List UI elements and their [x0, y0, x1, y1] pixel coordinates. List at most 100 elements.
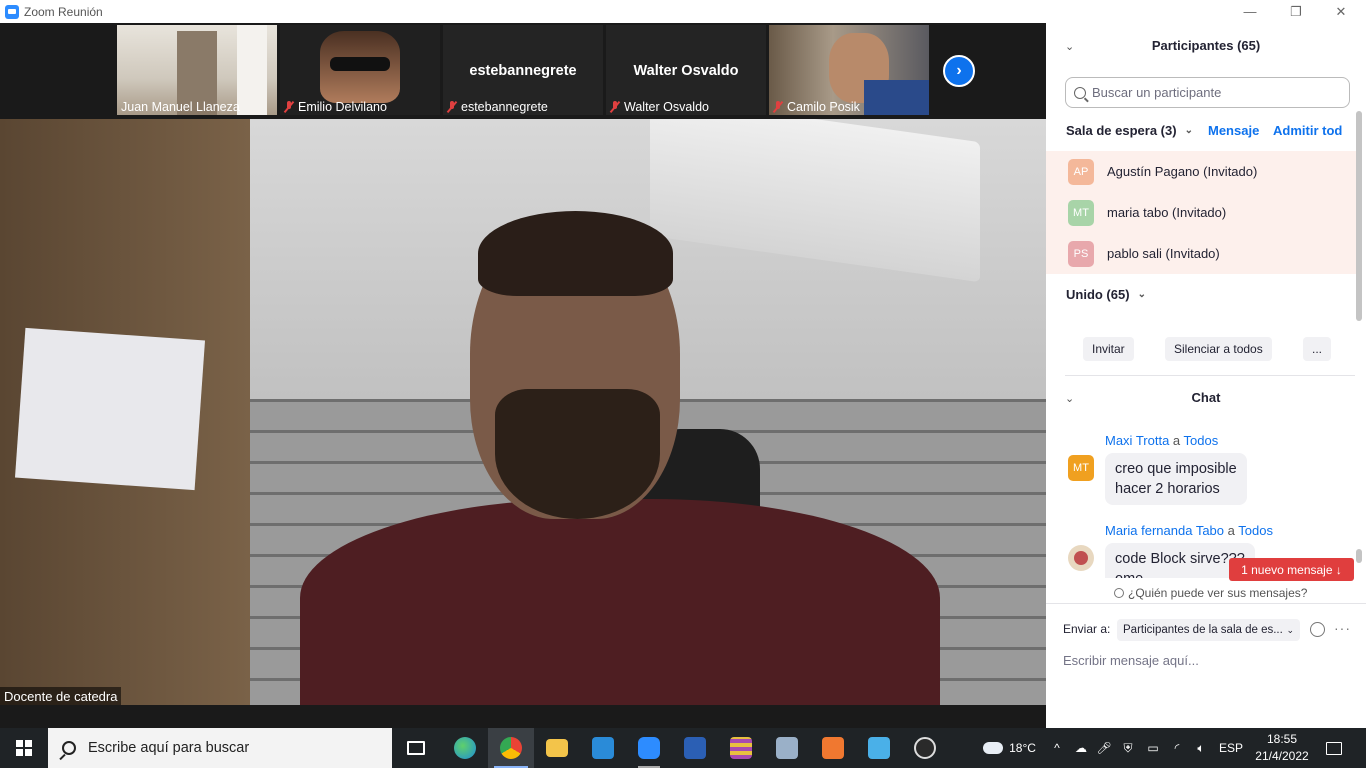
image-viewer-icon	[776, 737, 798, 759]
control-panel-app[interactable]	[856, 728, 902, 768]
list-item[interactable]: PS pablo sali (Invitado)	[1046, 233, 1356, 274]
waiting-participant-name: pablo sali (Invitado)	[1107, 246, 1220, 261]
avatar: MT	[1068, 455, 1094, 481]
wifi-icon[interactable]: ◜	[1166, 728, 1188, 768]
participant-name: Juan Manuel Llaneza	[121, 100, 240, 114]
new-message-button[interactable]: 1 nuevo mensaje ↓	[1229, 558, 1354, 581]
task-view-button[interactable]	[393, 728, 439, 768]
invite-button[interactable]: Invitar	[1083, 337, 1134, 361]
sender-name[interactable]: Maxi Trotta	[1105, 433, 1169, 448]
microphone-icon[interactable]: 🎤︎	[1094, 728, 1114, 768]
participant-name: Walter Osvaldo	[624, 100, 709, 114]
recipient-select[interactable]: Participantes de la sala de es... ⌄	[1117, 619, 1300, 641]
mic-muted-icon	[610, 101, 620, 113]
list-item[interactable]: MT maria tabo (Invitado)	[1046, 192, 1356, 233]
recipient-name[interactable]: Todos	[1184, 433, 1219, 448]
avatar: AP	[1068, 158, 1094, 185]
show-hidden-icons-button[interactable]: ^	[1048, 728, 1066, 768]
list-item[interactable]: AP Agustín Pagano (Invitado)	[1046, 151, 1356, 192]
chat-scrollbar[interactable]	[1356, 423, 1362, 563]
video-tile[interactable]: Walter Osvaldo Walter Osvaldo	[606, 25, 766, 115]
word-app[interactable]	[672, 728, 718, 768]
waiting-room-list: AP Agustín Pagano (Invitado) MT maria ta…	[1046, 151, 1356, 274]
waiting-participant-name: Agustín Pagano (Invitado)	[1107, 164, 1258, 179]
waiting-room-label: Sala de espera (3)	[1066, 123, 1177, 138]
avatar: PS	[1068, 240, 1094, 267]
zoom-app[interactable]	[626, 728, 672, 768]
winrar-app[interactable]	[718, 728, 764, 768]
person-icon	[1114, 588, 1124, 598]
video-area: Juan Manuel Llaneza Emilio Delvilano est…	[0, 23, 1046, 728]
video-tile[interactable]: estebannegrete estebannegrete	[443, 25, 603, 115]
edge-icon	[454, 737, 476, 759]
chevron-down-icon: ⌄	[1286, 624, 1294, 635]
video-tile[interactable]: Juan Manuel Llaneza	[117, 25, 277, 115]
edge-app[interactable]	[442, 728, 488, 768]
participant-display-name: Walter Osvaldo	[633, 63, 739, 79]
onedrive-icon[interactable]: ☁	[1070, 728, 1092, 768]
taskbar-search[interactable]: Escribe aquí para buscar	[48, 728, 392, 768]
active-speaker-video[interactable]	[0, 119, 1046, 705]
battery-icon[interactable]: ▭	[1142, 728, 1164, 768]
chat-title: Chat	[1191, 390, 1221, 405]
folder-icon	[546, 739, 568, 757]
restore-button[interactable]: ❐	[1273, 0, 1319, 23]
security-icon[interactable]: ⛨	[1118, 728, 1138, 768]
participants-title: Participantes (65)	[1151, 38, 1261, 53]
message-header: Maria fernanda Tabo a Todos	[1105, 523, 1273, 538]
joined-toggle[interactable]: Unido (65) ⌄	[1066, 287, 1146, 302]
who-can-see-link[interactable]: ¿Quién puede ver sus mensajes?	[1114, 586, 1307, 600]
participant-name: estebannegrete	[461, 100, 548, 114]
volume-icon[interactable]: 🔈︎	[1190, 728, 1212, 768]
video-strip: Juan Manuel Llaneza Emilio Delvilano est…	[0, 23, 1046, 119]
clock[interactable]: 18:55 21/4/2022	[1254, 731, 1310, 765]
message-waiting-room-button[interactable]: Mensaje	[1208, 123, 1259, 138]
participants-scrollbar[interactable]	[1356, 111, 1362, 321]
more-icon[interactable]: ···	[1334, 620, 1351, 636]
chrome-icon	[500, 737, 522, 759]
image-viewer-app[interactable]	[764, 728, 810, 768]
vscode-app[interactable]	[580, 728, 626, 768]
taskbar-search-placeholder: Escribe aquí para buscar	[88, 740, 250, 756]
xampp-app[interactable]	[810, 728, 856, 768]
waiting-room-toggle[interactable]: Sala de espera (3) ⌄	[1066, 123, 1193, 138]
next-page-button[interactable]: ›	[943, 55, 975, 87]
start-button[interactable]	[0, 728, 48, 768]
video-bottom-bar	[0, 705, 1046, 728]
vscode-icon	[592, 737, 614, 759]
avatar-image-icon	[1074, 551, 1088, 565]
divider	[1046, 603, 1366, 604]
notification-icon	[1326, 741, 1342, 755]
mic-muted-icon	[284, 101, 294, 113]
obs-app[interactable]	[902, 728, 948, 768]
close-button[interactable]: ✕	[1318, 0, 1364, 23]
admit-all-button[interactable]: Admitir tod	[1273, 123, 1352, 138]
file-explorer-app[interactable]	[534, 728, 580, 768]
participant-search[interactable]	[1065, 77, 1350, 108]
mute-all-button[interactable]: Silenciar a todos	[1165, 337, 1272, 361]
minimize-button[interactable]: —	[1227, 0, 1273, 23]
zoom-icon	[638, 737, 660, 759]
waiting-participant-name: maria tabo (Invitado)	[1107, 205, 1227, 220]
participant-name: Camilo Posik	[787, 100, 860, 114]
speaker-name-label: Docente de catedra	[0, 687, 122, 706]
recipient-name[interactable]: Todos	[1238, 523, 1273, 538]
participant-search-input[interactable]	[1092, 85, 1332, 100]
video-tile[interactable]: Camilo Posik	[769, 25, 929, 115]
cloud-icon	[983, 742, 1004, 754]
time: 18:55	[1266, 732, 1298, 746]
date: 21/4/2022	[1255, 749, 1309, 763]
chat-message-input[interactable]	[1063, 649, 1353, 671]
emoji-icon[interactable]	[1310, 622, 1325, 637]
avatar	[1068, 545, 1094, 571]
chevron-up-icon: ^	[1054, 741, 1060, 755]
sender-name[interactable]: Maria fernanda Tabo	[1105, 523, 1224, 538]
language-indicator[interactable]: ESP	[1216, 728, 1246, 768]
more-options-button[interactable]: ...	[1303, 337, 1332, 361]
weather-widget[interactable]: 18°C	[972, 728, 1047, 768]
winrar-icon	[730, 737, 752, 759]
video-tile[interactable]: Emilio Delvilano	[280, 25, 440, 115]
search-icon	[62, 741, 76, 755]
notifications-button[interactable]	[1320, 728, 1348, 768]
chrome-app[interactable]	[488, 728, 534, 768]
